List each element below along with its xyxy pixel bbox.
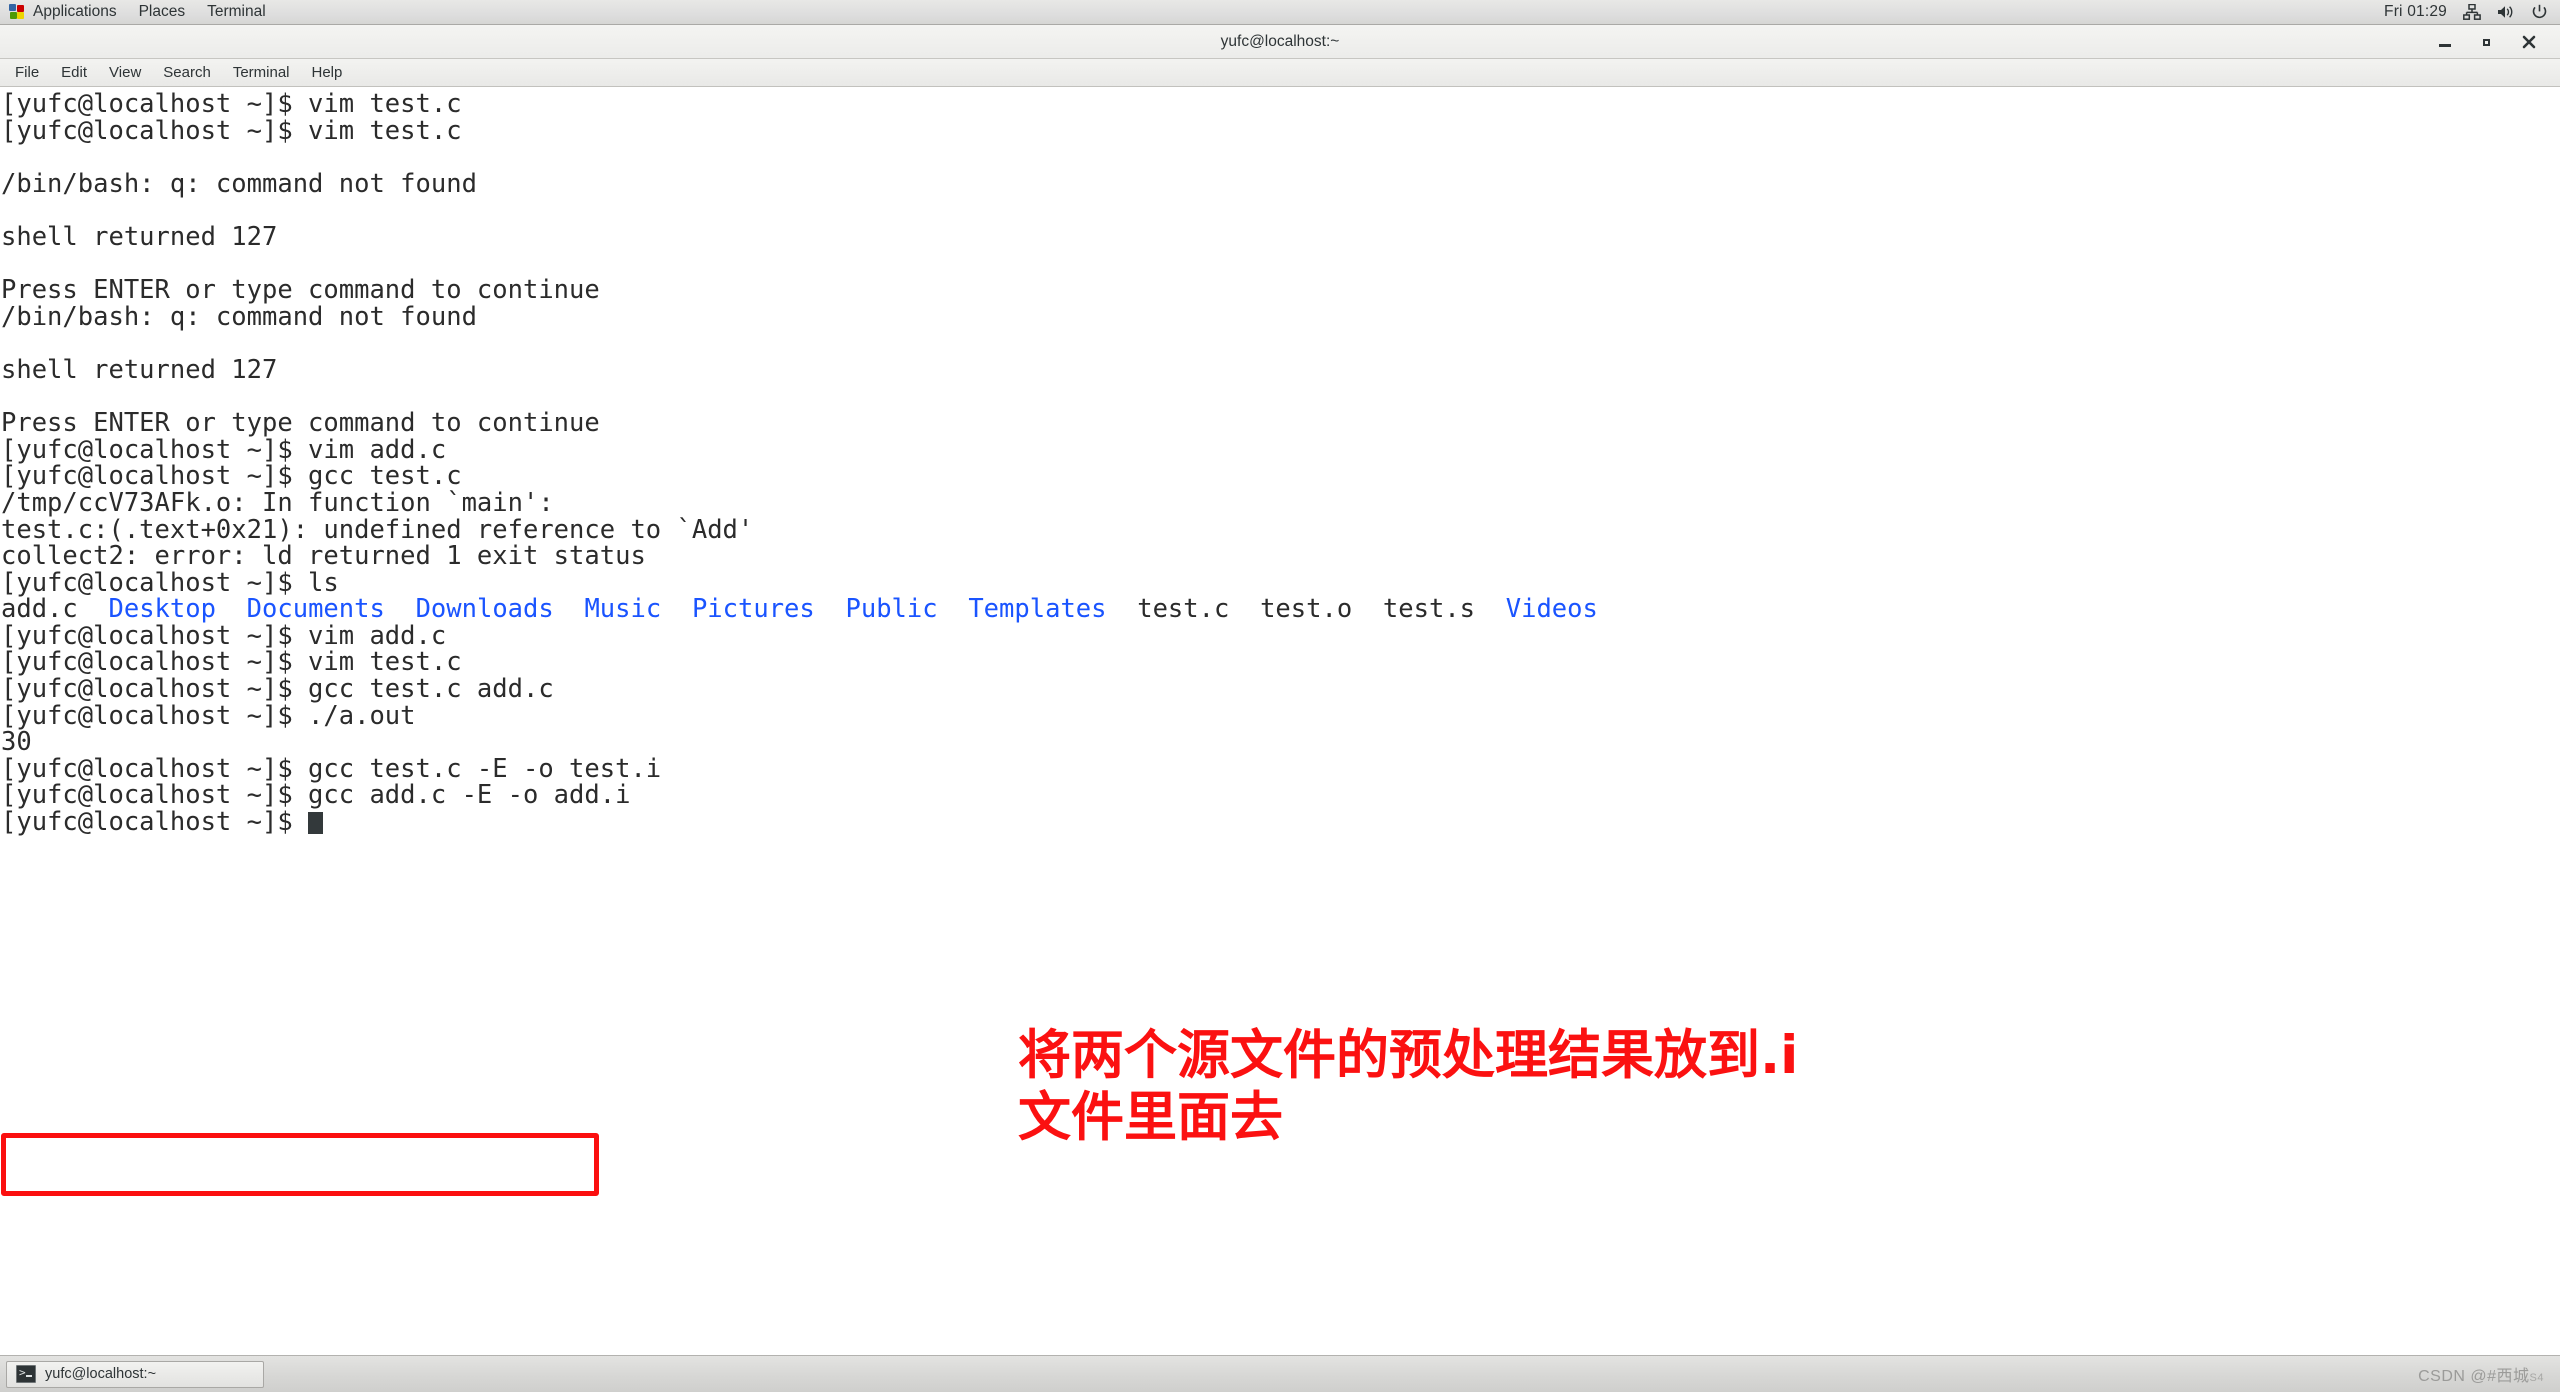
terminal-line: [yufc@localhost ~]$ gcc add.c -E -o add.… (1, 780, 631, 811)
ls-entry-Videos: Videos (1505, 594, 1598, 625)
menu-view[interactable]: View (98, 61, 152, 84)
annotation-text: 将两个源文件的预处理结果放到.i 文件里面去 (1018, 1025, 2338, 1149)
terminal-line: /bin/bash: q: command not found (1, 301, 477, 332)
volume-icon[interactable] (2497, 4, 2515, 20)
ls-entry-Public: Public (845, 594, 938, 625)
terminal-line: test.c:(.text+0x21): undefined reference… (1, 514, 754, 545)
annotation-line-1: 将两个源文件的预处理结果放到.i (1018, 1025, 1799, 1086)
terminal-line: [yufc@localhost ~]$ ./a.out (1, 700, 416, 731)
top-panel-right: Fri 01:29 (2384, 0, 2560, 24)
terminal-line: Press ENTER or type command to continue (1, 408, 600, 439)
menubar: File Edit View Search Terminal Help (0, 59, 2560, 87)
terminal-line: collect2: error: ld returned 1 exit stat… (1, 541, 646, 572)
ls-entry-test-c: test.c (1137, 594, 1230, 625)
top-panel-left: Applications Places Terminal (0, 0, 277, 24)
terminal-line: /tmp/ccV73AFk.o: In function `main': (1, 487, 554, 518)
terminal-line: [yufc@localhost ~]$ ls (1, 567, 339, 598)
terminal-lines: [yufc@localhost ~]$ vim test.c [yufc@loca… (0, 91, 2560, 836)
terminal-line: shell returned 127 (1, 354, 278, 385)
taskbar-window-button[interactable]: yufc@localhost:~ (6, 1360, 264, 1388)
terminal-active-prompt: [yufc@localhost ~]$ (1, 809, 2560, 836)
prompt-text: [yufc@localhost ~]$ (1, 807, 309, 838)
ls-entry-test-o: test.o (1260, 594, 1353, 625)
terminal-line: [yufc@localhost ~]$ vim test.c (1, 647, 462, 678)
annotation-line-2: 文件里面去 (1018, 1087, 1283, 1148)
applications-grid-icon (9, 4, 25, 20)
ls-entry-Downloads: Downloads (415, 594, 554, 625)
menu-places[interactable]: Places (128, 0, 197, 24)
terminal-line: [yufc@localhost ~]$ vim add.c (1, 620, 447, 651)
menu-file[interactable]: File (4, 61, 50, 84)
terminal-line: Press ENTER or type command to continue (1, 275, 600, 306)
terminal-line: 30 (1, 727, 32, 758)
terminal-line: [yufc@localhost ~]$ gcc test.c (1, 461, 462, 492)
terminal-line: /bin/bash: q: command not found (1, 168, 477, 199)
window-controls (2436, 33, 2560, 51)
ls-entry-Pictures: Pictures (691, 594, 815, 625)
ls-entry-Desktop: Desktop (108, 594, 216, 625)
ls-entry-Music: Music (584, 594, 662, 625)
terminal-line: shell returned 127 (1, 221, 278, 252)
terminal-output-area[interactable]: [yufc@localhost ~]$ vim test.c [yufc@loca… (0, 87, 2560, 1355)
terminal-line: [yufc@localhost ~]$ vim add.c (1, 434, 447, 465)
csdn-watermark: CSDN @#西城S4 (2418, 1362, 2554, 1386)
bottom-taskbar: yufc@localhost:~ CSDN @#西城S4 (0, 1355, 2560, 1392)
terminal-icon (16, 1365, 36, 1383)
terminal-window: yufc@localhost:~ File Edit View Search T… (0, 25, 2560, 1355)
watermark-text: CSDN @#西城 (2418, 1368, 2530, 1385)
power-icon[interactable] (2531, 4, 2548, 20)
menu-terminal[interactable]: Terminal (196, 0, 277, 24)
menu-edit[interactable]: Edit (50, 61, 98, 84)
minimize-button[interactable] (2436, 33, 2454, 51)
taskbar-window-label: yufc@localhost:~ (45, 1366, 157, 1382)
menu-applications[interactable]: Applications (22, 0, 128, 24)
ls-entry-Documents: Documents (246, 594, 385, 625)
menu-terminal[interactable]: Terminal (222, 61, 301, 84)
menu-search[interactable]: Search (152, 61, 222, 84)
clock[interactable]: Fri 01:29 (2384, 3, 2447, 21)
top-panel: Applications Places Terminal Fri 01:29 (0, 0, 2560, 25)
terminal-ls-output-row: add.c Desktop Documents Downloads Music … (1, 596, 2560, 623)
close-button[interactable] (2520, 33, 2538, 51)
ls-entry-test-s: test.s (1382, 594, 1476, 625)
terminal-line: [yufc@localhost ~]$ gcc test.c add.c (1, 674, 554, 705)
menu-help[interactable]: Help (301, 61, 354, 84)
watermark-suffix: S4 (2529, 1372, 2544, 1384)
maximize-button[interactable] (2478, 33, 2496, 51)
terminal-line: [yufc@localhost ~]$ vim test.c (1, 115, 462, 146)
terminal-line: [yufc@localhost ~]$ vim test.c (1, 89, 462, 119)
terminal-cursor (308, 812, 324, 835)
network-icon[interactable] (2463, 4, 2481, 20)
ls-entry-add-c: add.c (1, 594, 78, 625)
window-titlebar[interactable]: yufc@localhost:~ (0, 25, 2560, 59)
ls-entry-Templates: Templates (968, 594, 1107, 625)
terminal-line: [yufc@localhost ~]$ gcc test.c -E -o tes… (1, 753, 662, 784)
window-title: yufc@localhost:~ (1220, 32, 1340, 50)
